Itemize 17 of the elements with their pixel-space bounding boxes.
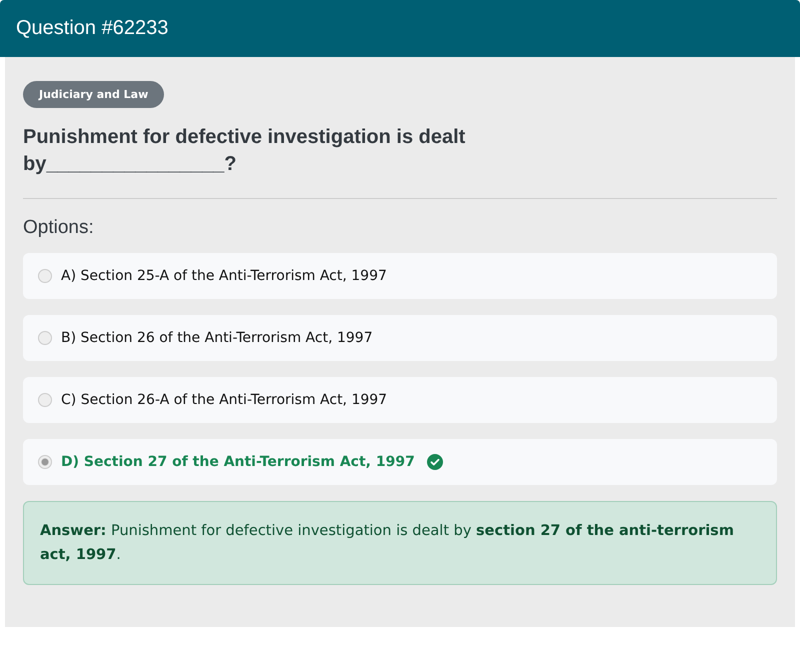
option-item[interactable]: D) Section 27 of the Anti-Terrorism Act, 1997 (23, 439, 777, 485)
radio-button[interactable] (38, 455, 52, 469)
option-text: A) Section 25-A of the Anti-Terrorism Act, 1997 (61, 268, 387, 284)
option-item[interactable]: B) Section 26 of the Anti-Terrorism Act, 1997 (23, 315, 777, 361)
option-item[interactable]: A) Section 25-A of the Anti-Terrorism Act, 1997 (23, 253, 777, 299)
option-text: D) Section 27 of the Anti-Terrorism Act, 1997 (61, 454, 415, 470)
option-text: C) Section 26-A of the Anti-Terrorism Act, 1997 (61, 392, 388, 408)
radio-button[interactable] (38, 393, 52, 407)
answer-box: Answer: Punishment for defective investigation is dealt by section 27 of the anti-terrorism act, 1997. (23, 501, 777, 585)
question-title: Question #62233 (16, 17, 168, 40)
option-text: B) Section 26 of the Anti-Terrorism Act, 1997 (61, 330, 373, 346)
radio-button[interactable] (38, 269, 52, 283)
category-badge: Judiciary and Law (23, 81, 164, 108)
option-item[interactable]: C) Section 26-A of the Anti-Terrorism Act, 1997 (23, 377, 777, 423)
radio-button[interactable] (38, 331, 52, 345)
question-text: Punishment for defective investigation is dealt by________________? (23, 125, 466, 177)
options-label: Options: (23, 217, 95, 239)
